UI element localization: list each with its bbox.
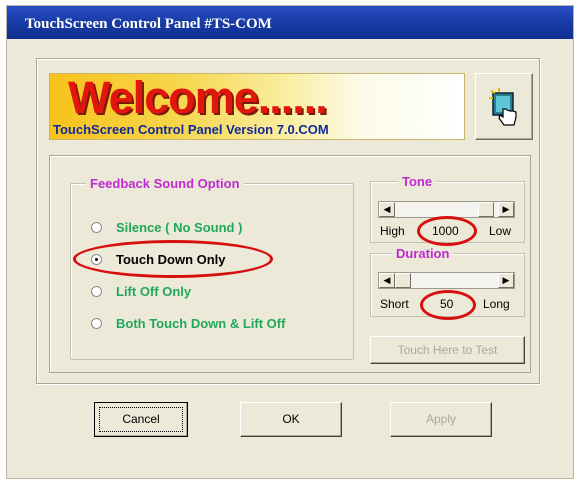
ok-label: OK	[282, 412, 300, 426]
window-title: TouchScreen Control Panel #TS-COM	[25, 16, 272, 32]
scroll-left-arrow-icon[interactable]: ◀	[379, 273, 395, 288]
tone-thumb[interactable]	[478, 202, 494, 217]
version-text: TouchScreen Control Panel Version 7.0.CO…	[53, 122, 329, 137]
touch-hand-icon	[489, 88, 517, 126]
radio-button[interactable]	[91, 317, 102, 329]
radio-button[interactable]	[91, 285, 102, 297]
cancel-label: Cancel	[122, 412, 160, 426]
radio-label: Lift Off Only	[116, 283, 192, 299]
tone-low-label: Low	[489, 224, 512, 238]
duration-scrollbar[interactable]: ◀ ▶	[378, 272, 515, 289]
tone-value: 1000	[432, 224, 459, 238]
radio-label: Silence ( No Sound )	[116, 219, 243, 235]
duration-value: 50	[440, 297, 454, 311]
duration-legend: Duration	[392, 246, 454, 261]
tone-legend: Tone	[398, 174, 437, 189]
title-bar[interactable]: TouchScreen Control Panel #TS-COM	[7, 6, 573, 39]
apply-label: Apply	[425, 412, 457, 426]
duration-short-label: Short	[380, 297, 409, 311]
feedback-legend: Feedback Sound Option	[86, 176, 244, 191]
touch-test-label: Touch Here to Test	[397, 343, 498, 357]
radio-silence[interactable]: Silence ( No Sound )	[91, 218, 242, 236]
ok-button[interactable]: OK	[240, 402, 342, 437]
touch-test-button[interactable]: Touch Here to Test	[370, 336, 525, 364]
tone-scrollbar[interactable]: ◀ ▶	[378, 201, 515, 218]
duration-long-label: Long	[483, 297, 510, 311]
app-icon-button[interactable]	[475, 73, 533, 140]
radio-button[interactable]	[91, 253, 102, 265]
radio-button[interactable]	[91, 221, 102, 233]
radio-lift-off-only[interactable]: Lift Off Only	[91, 282, 191, 300]
radio-both[interactable]: Both Touch Down & Lift Off	[91, 314, 285, 332]
duration-thumb[interactable]	[395, 273, 411, 288]
welcome-text: Welcome......	[68, 73, 328, 123]
tone-high-label: High	[380, 224, 405, 238]
radio-touch-down-only[interactable]: Touch Down Only	[91, 250, 226, 268]
scroll-right-arrow-icon[interactable]: ▶	[498, 202, 514, 217]
cancel-button[interactable]: Cancel	[94, 402, 188, 437]
radio-label: Both Touch Down & Lift Off	[116, 315, 286, 331]
welcome-banner: Welcome...... TouchScreen Control Panel …	[49, 73, 465, 140]
apply-button[interactable]: Apply	[390, 402, 492, 437]
scroll-right-arrow-icon[interactable]: ▶	[498, 273, 514, 288]
scroll-left-arrow-icon[interactable]: ◀	[379, 202, 395, 217]
feedback-sound-group	[70, 183, 354, 360]
radio-label: Touch Down Only	[116, 251, 226, 267]
